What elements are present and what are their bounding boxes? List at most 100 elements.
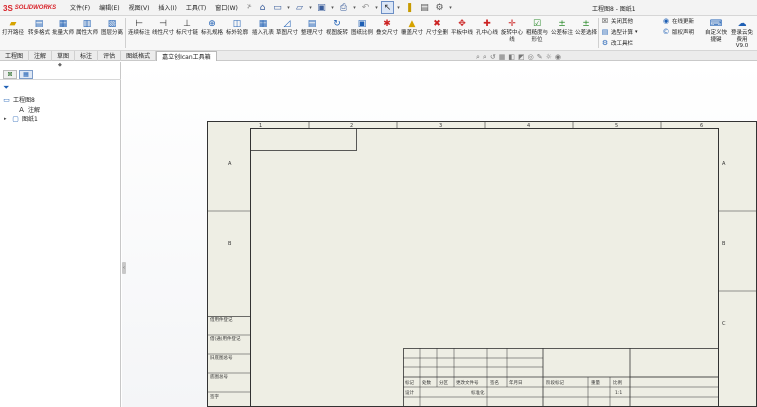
- menu-bar: 文件(F) 编辑(E) 视图(V) 插入(I) 工具(T) 窗口(W) ⊁: [70, 3, 252, 12]
- tolerance-annotation-button[interactable]: ± 公差标注: [550, 16, 574, 50]
- chevron-down-icon[interactable]: ▾: [330, 1, 335, 14]
- logo-mark: 3S: [3, 3, 13, 13]
- hole-centerline-button[interactable]: ✚ 孔中心线: [475, 16, 499, 50]
- batch-master-button[interactable]: ▦ 批量大师: [51, 16, 75, 50]
- scene-icon[interactable]: ☼: [546, 53, 552, 62]
- menu-view[interactable]: 视图(V): [129, 3, 150, 12]
- modify-toolbar-button[interactable]: ⚙ 改工具栏: [601, 39, 633, 47]
- tab-drawing[interactable]: 工程图: [0, 51, 30, 61]
- selection-calc-button[interactable]: ▤ 选型计算 ▾: [601, 28, 638, 36]
- section-view-icon[interactable]: ▦: [499, 53, 506, 62]
- overlap-dimension-button[interactable]: ✱ 叠交尺寸: [375, 16, 399, 50]
- sheet-scale-button[interactable]: ▣ 图纸比例: [350, 16, 374, 50]
- custom-shortcut-button[interactable]: ⌨ 自定义快捷键: [704, 16, 728, 50]
- delete-all-dimensions-button[interactable]: ✖ 尺寸全删: [425, 16, 449, 50]
- record-label: 签字: [210, 393, 219, 400]
- rebuild-icon[interactable]: ❚: [403, 1, 416, 14]
- tab-markup[interactable]: 标注: [75, 51, 99, 61]
- hide-show-icon[interactable]: ◎: [528, 53, 534, 62]
- save-icon[interactable]: ▣: [315, 1, 328, 14]
- new-document-icon[interactable]: ▭: [271, 1, 284, 14]
- tree-item-sheet[interactable]: ▸ ▢ 图纸1: [4, 114, 38, 124]
- plate-centerline-button[interactable]: ✥ 平板中线: [450, 16, 474, 50]
- collapse-handle-icon[interactable]: ◆: [58, 62, 62, 68]
- copyright-button[interactable]: © 版权声明: [662, 28, 695, 36]
- cloud-login-button[interactable]: ☁ 登录云免费用 V9.0: [730, 16, 754, 50]
- menu-edit[interactable]: 编辑(E): [99, 3, 119, 12]
- record-label: 借(通)用件登记: [210, 335, 241, 342]
- sketch-dimension-button[interactable]: ◿ 草图尺寸: [275, 16, 299, 50]
- tab-sheet-format[interactable]: 图纸格式: [121, 51, 157, 61]
- solidworks-logo[interactable]: 3S SOLIDWORKS: [3, 3, 56, 13]
- command-ribbon: ▰ 打开路径 ▤ 转多格式 ▦ 批量大师 ▥ 属性大师 ▧ 图层分离 ⊢ 连续标注 ⊣ 线性尺…: [0, 16, 757, 50]
- chevron-down-icon[interactable]: ▾: [374, 1, 379, 14]
- print-icon[interactable]: ⎙: [337, 1, 350, 14]
- rotation-centerline-button[interactable]: ✛ 旋转中心线: [500, 16, 524, 50]
- outer-contour-button[interactable]: ◫ 标外轮廓: [225, 16, 249, 50]
- open-folder-icon[interactable]: ▱: [293, 1, 306, 14]
- chevron-down-icon[interactable]: ▾: [352, 1, 357, 14]
- chevron-down-icon[interactable]: ▾: [286, 1, 291, 14]
- panel-splitter-icon[interactable]: ‹: [122, 262, 126, 274]
- expand-icon[interactable]: ▸: [4, 116, 9, 122]
- display-style-icon[interactable]: ◩: [518, 53, 525, 62]
- tab-sketch[interactable]: 草图: [52, 51, 76, 61]
- edit-appearance-icon[interactable]: ✎: [537, 53, 543, 62]
- filter-icon[interactable]: ⏷: [3, 83, 9, 93]
- chevron-down-icon[interactable]: ▾: [635, 29, 638, 35]
- view-rotate-button[interactable]: ↻ 视图旋转: [325, 16, 349, 50]
- title-header-cell: 处数: [422, 379, 431, 386]
- menu-window[interactable]: 窗口(W): [215, 3, 238, 12]
- drawing-sheet[interactable]: 1 2 3 4 5 6 A B A B C 借用件登记 借(通)用件登记 旧底图…: [207, 121, 757, 407]
- feature-tree-tab-icon[interactable]: ⊠: [3, 70, 17, 79]
- online-update-button[interactable]: ◉ 在线更新: [662, 17, 694, 25]
- continuous-dimension-button[interactable]: ⊢ 连续标注: [127, 16, 151, 50]
- linear-dimension-button[interactable]: ⊣ 线性尺寸: [151, 16, 175, 50]
- view-settings-icon[interactable]: ◉: [555, 53, 561, 62]
- menu-insert[interactable]: 插入(I): [158, 3, 176, 12]
- sheet-outer-border: [207, 121, 757, 407]
- title-header-cell: 分区: [439, 379, 448, 386]
- open-path-button[interactable]: ▰ 打开路径: [1, 16, 25, 50]
- tree-root[interactable]: ▭ 工程图8: [2, 95, 35, 105]
- table-icon: ▦: [258, 19, 268, 29]
- view-orientation-icon[interactable]: ◧: [508, 53, 515, 62]
- command-tabs: 工程图 注解 草图 标注 评估 图纸格式 嘉立创Ican工具箱: [0, 50, 757, 61]
- heads-up-view-toolbar: ⌕ ⌕ ↺ ▦ ◧ ◩ ◎ ✎ ☼ ◉: [476, 53, 561, 62]
- zoom-fit-icon[interactable]: ⌕: [476, 53, 480, 62]
- menu-tools[interactable]: 工具(T): [186, 3, 206, 12]
- home-icon[interactable]: ⌂: [256, 1, 269, 14]
- undo-icon[interactable]: ↶: [359, 1, 372, 14]
- calculator-icon: ▤: [601, 28, 609, 36]
- previous-view-icon[interactable]: ↺: [490, 53, 496, 62]
- zoom-area-icon[interactable]: ⌕: [483, 53, 487, 62]
- tolerance-select-button[interactable]: ± 公差选择: [574, 16, 598, 50]
- close-others-button[interactable]: ☒ 关闭其他: [601, 17, 633, 25]
- dimension-chain-button[interactable]: ⊥ 标尺寸链: [175, 16, 199, 50]
- tolerance-select-icon: ±: [582, 19, 590, 29]
- hole-spec-button[interactable]: ⊕ 标孔规格: [200, 16, 224, 50]
- layer-separate-button[interactable]: ▧ 图层分离: [100, 16, 124, 50]
- roughness-tolerance-button[interactable]: ☑ 粗糙度与形位: [525, 16, 549, 50]
- gear-icon[interactable]: ⚙: [433, 1, 446, 14]
- tab-annotation[interactable]: 注解: [29, 51, 53, 61]
- chevron-down-icon[interactable]: ▾: [396, 1, 401, 14]
- tab-evaluate[interactable]: 评估: [98, 51, 122, 61]
- menu-file[interactable]: 文件(F): [70, 3, 90, 12]
- select-pointer-icon[interactable]: ↖: [381, 1, 394, 14]
- convert-format-button[interactable]: ▤ 转多格式: [27, 16, 51, 50]
- property-master-button[interactable]: ▥ 属性大师: [75, 16, 99, 50]
- keyboard-icon: ⌨: [709, 19, 723, 29]
- tab-ican-toolbox[interactable]: 嘉立创Ican工具箱: [156, 51, 217, 61]
- pin-icon[interactable]: ⊁: [247, 3, 252, 12]
- insert-hole-table-button[interactable]: ▦ 插入孔表: [251, 16, 275, 50]
- file-properties-icon[interactable]: ▤: [418, 1, 431, 14]
- property-manager-tab-icon[interactable]: ▦: [19, 70, 33, 79]
- centerline-icon: ✥: [458, 19, 466, 29]
- hole-icon: ⊕: [208, 19, 216, 29]
- arrange-dimension-button[interactable]: ▤ 整理尺寸: [300, 16, 324, 50]
- override-dimension-button[interactable]: ▲ 覆盖尺寸: [400, 16, 424, 50]
- chevron-down-icon[interactable]: ▾: [308, 1, 313, 14]
- chevron-down-icon[interactable]: ▾: [448, 1, 453, 14]
- tree-item-annotations[interactable]: A 注解: [10, 105, 40, 115]
